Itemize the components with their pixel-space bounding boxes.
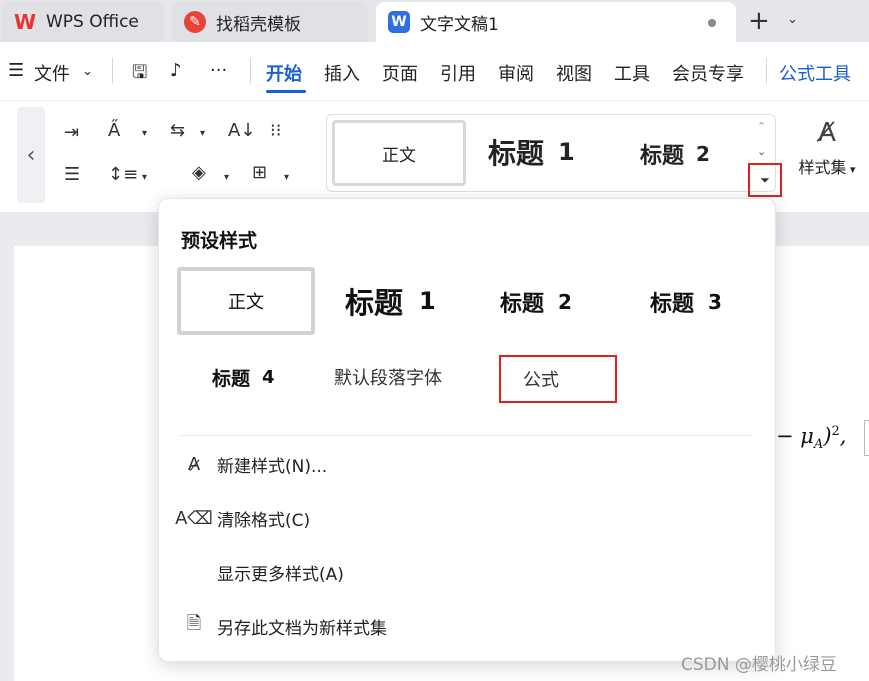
preset-style-number: 4 [262,367,275,388]
preset-style-formula[interactable]: 公式 [499,355,617,403]
tab-label: WPS Office [46,12,139,32]
chevron-down-icon[interactable]: ▾ [142,172,147,183]
menu-separator [112,58,113,84]
preset-style-number: 3 [708,290,722,314]
eraser-icon: A⌫ [175,507,213,529]
menu-home[interactable]: 开始 [266,60,302,86]
preset-style-heading-4[interactable]: 标题 4 [212,364,275,391]
save-as-styleset-action[interactable]: 🗎 另存此文档为新样式集 [181,613,387,639]
tab-label: 文字文稿1 [420,14,499,35]
action-label: 另存此文档为新样式集 [217,618,387,639]
tab-label: 找稻壳模板 [216,14,301,35]
active-tab-underline [266,90,306,93]
shading-icon[interactable]: ◈ [192,162,206,183]
gallery-style-label: 标题 [488,137,545,170]
document-formula-fragment[interactable]: − μA)2, [776,424,846,452]
menu-page[interactable]: 页面 [382,60,418,86]
menu-tools[interactable]: 工具 [614,60,650,86]
menu-insert[interactable]: 插入 [324,60,360,86]
hamburger-icon[interactable]: ☰ [8,60,24,81]
preset-style-heading-2[interactable]: 标题 2 [500,286,572,318]
new-tab-button[interactable]: + [748,6,770,36]
chevron-down-icon[interactable]: ⌄ [787,12,798,27]
panel-title: 预设样式 [181,230,258,252]
gallery-style-normal[interactable]: 正文 [332,120,466,186]
panel-divider [181,435,752,436]
menu-separator [250,58,251,84]
preset-style-number: 2 [558,290,572,314]
clear-format-action[interactable]: A⌫ 清除格式(C) [175,505,311,531]
preset-style-number: 1 [419,287,436,315]
preset-style-label: 标题 [500,292,545,317]
gallery-style-number: 1 [558,138,575,166]
line-spacing-icon[interactable]: ↕≡ [108,164,138,185]
preset-style-normal[interactable]: 正文 [177,267,315,335]
indent-icon[interactable]: ⇥ [64,122,79,143]
unsaved-dot-icon [708,19,716,27]
menu-file[interactable]: 文件 [34,60,70,86]
styleset-button[interactable]: A̸ 样式集 ▾ [792,118,862,178]
ribbon-scroll-left-button[interactable]: ‹ [17,107,45,203]
expand-down-icon: ⏷ [760,172,770,187]
borders-icon[interactable]: ⊞ [252,162,267,183]
menu-view[interactable]: 视图 [556,60,592,86]
gallery-scroll-up-icon[interactable]: ⌃ [757,120,766,133]
preset-style-label: 标题 [650,292,695,317]
menu-references[interactable]: 引用 [440,60,476,86]
show-more-styles-action[interactable]: · 显示更多样式(A) [181,559,344,585]
action-label: 新建样式(N)... [217,456,328,477]
daoke-logo-icon: ✎ [184,11,206,33]
action-label: 显示更多样式(A) [217,564,344,585]
wps-logo-icon: W [13,10,37,34]
tab-document[interactable]: W 文字文稿1 [376,2,736,42]
show-marks-icon[interactable]: ⁝⁝ [270,120,281,141]
menu-separator [766,58,767,84]
watermark: CSDN @樱桃小绿豆 [681,655,837,675]
font-spacing-icon[interactable]: A̋ [108,120,120,141]
menu-member[interactable]: 会员专享 [672,60,744,86]
gallery-style-number: 2 [696,142,710,166]
chevron-down-icon[interactable]: ▾ [142,128,147,139]
preset-style-heading-1[interactable]: 标题 1 [345,280,436,322]
chevron-down-icon[interactable]: ▾ [284,172,289,183]
tab-bar: W WPS Office ✎ 找稻壳模板 W 文字文稿1 + ⌄ [0,0,869,42]
preset-style-default-font[interactable]: 默认段落字体 [334,364,442,390]
save-icon[interactable]: 🖫 [132,60,147,90]
preset-style-label: 标题 [212,368,251,390]
menu-review[interactable]: 审阅 [498,60,534,86]
preset-style-label: 标题 [345,286,404,320]
more-icon[interactable]: ··· [210,60,227,81]
writer-doc-icon: W [388,11,410,33]
gallery-style-heading-2[interactable]: 标题 2 [640,138,710,170]
formula-box-edge [864,420,869,456]
action-label: 清除格式(C) [217,510,311,531]
save-styleset-icon: 🗎 [186,613,202,634]
chevron-down-icon[interactable]: ⌄ [82,64,93,79]
gallery-style-heading-1[interactable]: 标题 1 [488,132,575,172]
styleset-label: 样式集 ▾ [798,158,856,177]
text-direction-icon[interactable]: ⇆ [170,120,185,141]
tab-daoke-templates[interactable]: ✎ 找稻壳模板 [172,2,368,42]
styleset-icon: A̸ [818,118,836,148]
tab-wps-office[interactable]: W WPS Office [2,2,164,42]
new-style-icon: A̷ [187,453,201,475]
gallery-style-label: 标题 [640,144,685,169]
menu-bar: ☰ 文件 ⌄ 🖫 ♪ ··· 开始 插入 页面 引用 审阅 视图 工具 会员专享… [0,42,869,100]
chevron-down-icon[interactable]: ▾ [224,172,229,183]
menu-formula-tools[interactable]: 公式工具 [779,60,851,86]
chevron-down-icon[interactable]: ▾ [200,128,205,139]
gallery-expand-button[interactable]: ⏷ [748,163,782,197]
preset-style-heading-3[interactable]: 标题 3 [650,286,722,318]
new-style-action[interactable]: A̷ 新建样式(N)... [181,451,327,477]
sort-icon[interactable]: A↓ [228,120,255,141]
gallery-scroll-down-icon[interactable]: ⌄ [757,145,766,158]
format-painter-icon[interactable]: ♪ [170,60,182,81]
paragraph-spacing-icon[interactable]: ☰ [64,164,80,185]
